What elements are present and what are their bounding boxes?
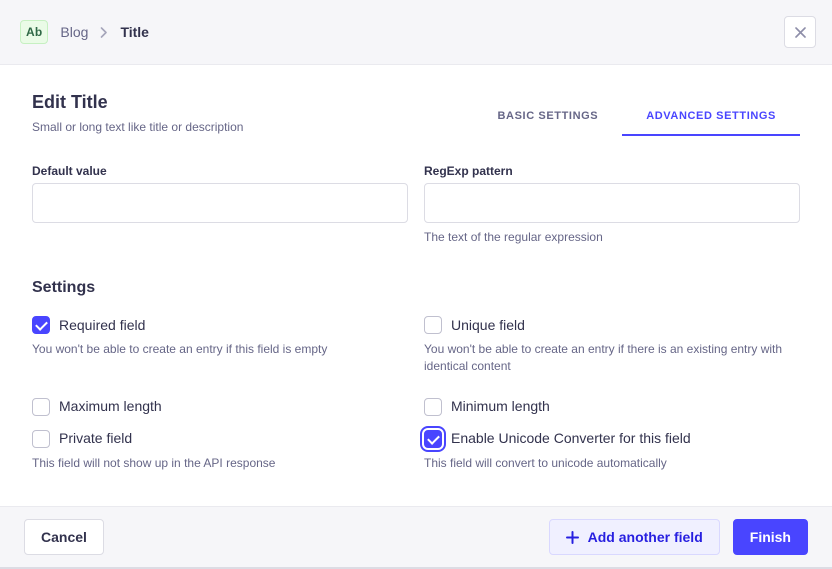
checkbox-row[interactable]: Minimum length: [424, 397, 800, 416]
maximum-length-label[interactable]: Maximum length: [59, 398, 162, 415]
default-value-input[interactable]: [32, 183, 408, 224]
required-field-hint: You won't be able to create an entry if …: [32, 342, 328, 357]
breadcrumb: Ab Blog Title: [20, 20, 784, 44]
cancel-button[interactable]: Cancel: [24, 519, 104, 555]
modal-header: Ab Blog Title: [0, 0, 832, 65]
page-title: Edit Title: [32, 92, 108, 112]
close-button[interactable]: [784, 16, 816, 48]
setting-required-field: Required field You won't be able to crea…: [32, 316, 408, 373]
add-another-field-button[interactable]: Add another field: [548, 519, 720, 555]
settings-grid: Required field You won't be able to crea…: [32, 316, 800, 471]
unique-field-hint: You won't be able to create an entry if …: [424, 342, 783, 373]
tab-advanced-settings[interactable]: ADVANCED SETTINGS: [622, 110, 800, 137]
maximum-length-checkbox[interactable]: [32, 397, 50, 416]
title-and-tabs-row: Edit Title Small or long text like title…: [32, 92, 800, 137]
edit-field-modal: Ab Blog Title Edit Title Small or long t…: [0, 0, 832, 569]
unicode-converter-hint: This field will convert to unicode autom…: [424, 455, 667, 470]
private-field-label[interactable]: Private field: [59, 430, 132, 447]
breadcrumb-item-parent[interactable]: Blog: [60, 24, 88, 40]
field-type-badge: Ab: [20, 20, 49, 44]
unique-field-checkbox[interactable]: [424, 316, 442, 335]
chevron-right-icon: [100, 26, 108, 38]
settings-tabs: BASIC SETTINGS ADVANCED SETTINGS: [474, 110, 800, 137]
breadcrumb-item-current: Title: [120, 24, 149, 40]
settings-heading: Settings: [32, 279, 96, 297]
required-field-checkbox[interactable]: [32, 316, 50, 335]
form-grid: Default value RegExp pattern The text of…: [32, 164, 800, 245]
checkbox-row[interactable]: Required field: [32, 316, 408, 335]
regexp-pattern-field: RegExp pattern The text of the regular e…: [424, 164, 800, 245]
setting-minimum-length: Minimum length: [424, 397, 800, 416]
minimum-length-checkbox[interactable]: [424, 397, 442, 416]
footer-actions: Add another field Finish: [548, 519, 808, 555]
checkbox-row[interactable]: Unique field: [424, 316, 800, 335]
regexp-pattern-label: RegExp pattern: [424, 164, 513, 179]
close-icon: [794, 26, 806, 38]
finish-button[interactable]: Finish: [732, 519, 808, 555]
minimum-length-label[interactable]: Minimum length: [451, 398, 550, 415]
setting-private-field: Private field This field will not show u…: [32, 429, 408, 471]
checkbox-row[interactable]: Enable Unicode Converter for this field: [424, 429, 800, 448]
title-block: Edit Title Small or long text like title…: [32, 92, 244, 136]
modal-body: Edit Title Small or long text like title…: [0, 65, 832, 506]
regexp-pattern-input[interactable]: [424, 183, 800, 224]
page-subtitle: Small or long text like title or descrip…: [32, 119, 244, 134]
required-field-label[interactable]: Required field: [59, 317, 145, 334]
checkbox-row[interactable]: Maximum length: [32, 397, 408, 416]
setting-unique-field: Unique field You won't be able to create…: [424, 316, 800, 373]
default-value-field: Default value: [32, 164, 408, 245]
unicode-converter-checkbox[interactable]: [424, 429, 442, 448]
default-value-label: Default value: [32, 164, 107, 179]
setting-unicode-converter: Enable Unicode Converter for this field …: [424, 429, 800, 471]
setting-maximum-length: Maximum length: [32, 397, 408, 416]
unicode-converter-label[interactable]: Enable Unicode Converter for this field: [451, 430, 691, 447]
unique-field-label[interactable]: Unique field: [451, 317, 525, 334]
add-another-field-label: Add another field: [587, 529, 703, 545]
private-field-checkbox[interactable]: [32, 429, 50, 448]
plus-icon: [565, 530, 579, 544]
checkbox-row[interactable]: Private field: [32, 429, 408, 448]
modal-footer: Cancel Add another field Finish: [0, 506, 832, 567]
tab-basic-settings[interactable]: BASIC SETTINGS: [474, 110, 623, 136]
private-field-hint: This field will not show up in the API r…: [32, 455, 276, 470]
regexp-pattern-hint: The text of the regular expression: [424, 230, 603, 245]
